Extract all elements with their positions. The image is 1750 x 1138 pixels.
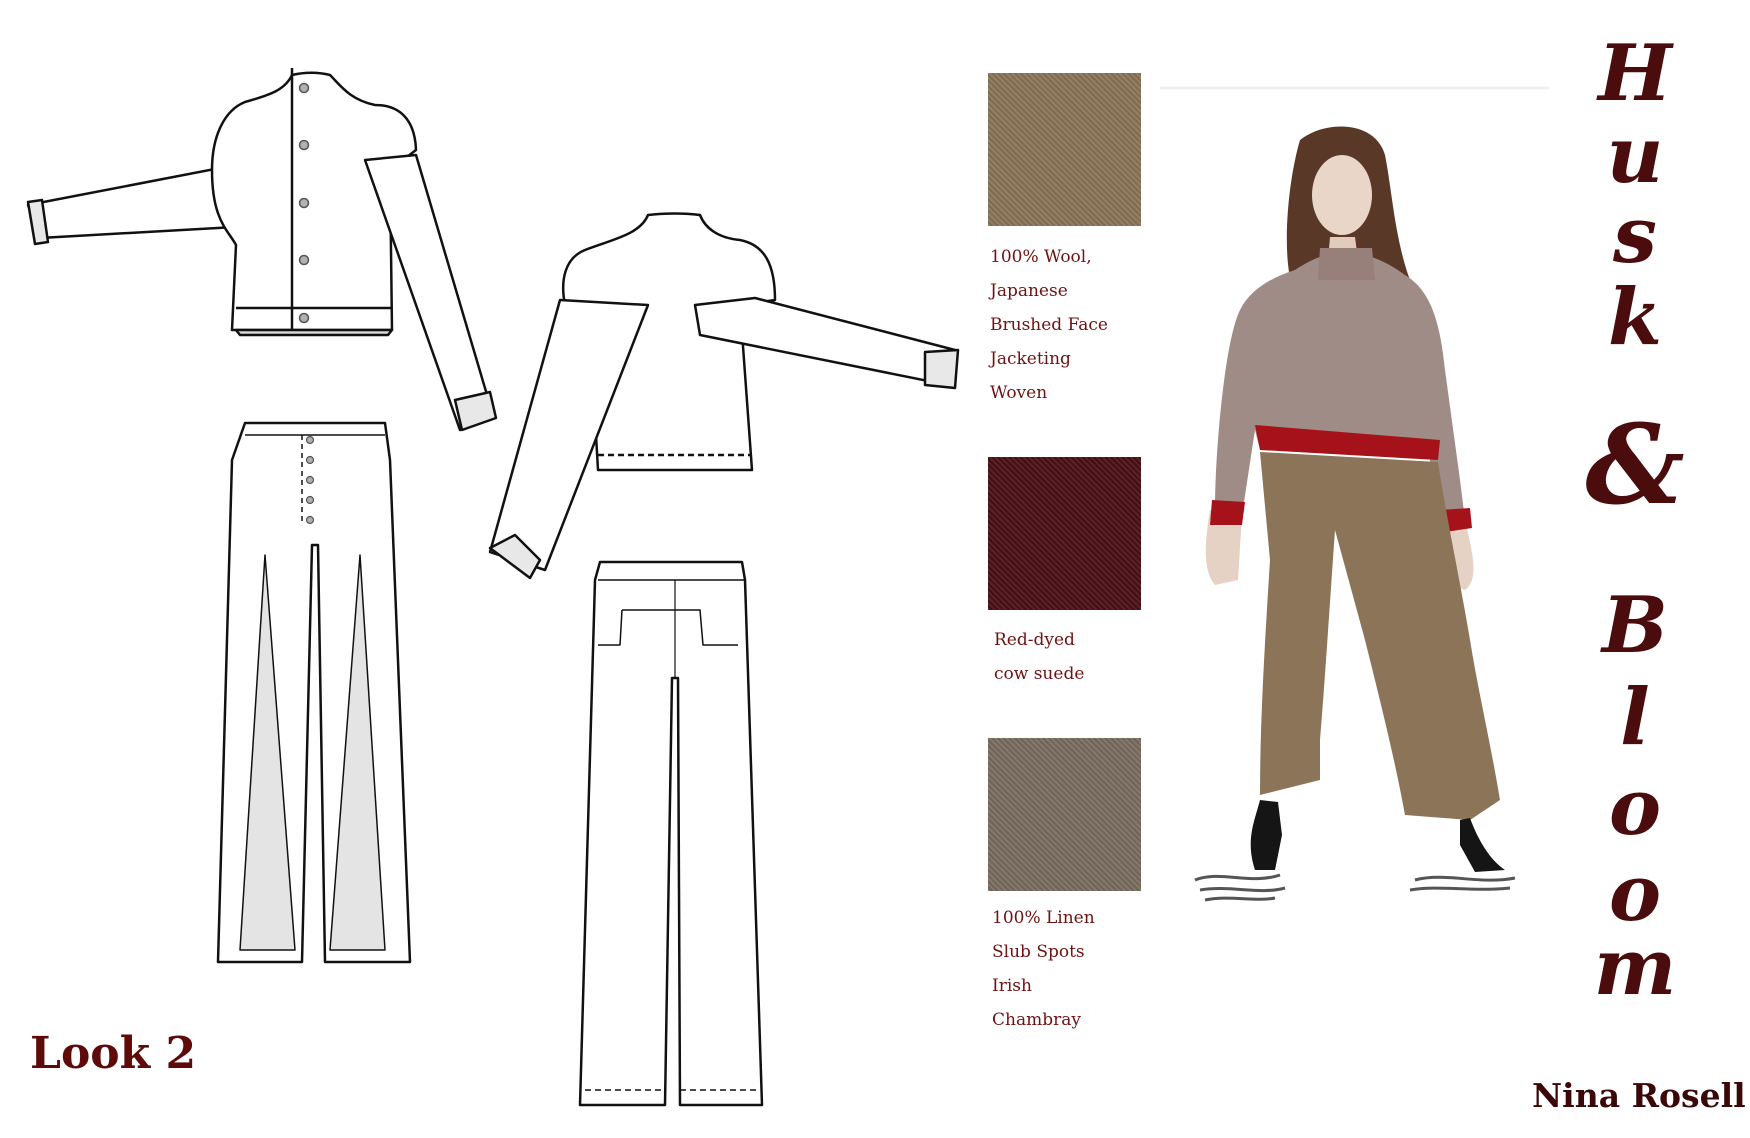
- illustration-left-shadow: [1194, 873, 1286, 902]
- suede-label-line: Red-dyed: [994, 630, 1075, 650]
- brand-letter-u: u: [1606, 110, 1664, 201]
- brand-letter-h: H: [1598, 28, 1672, 119]
- technical-flats: [26, 68, 960, 1107]
- brand-letter-s: s: [1613, 190, 1657, 281]
- look-title: Look 2: [30, 1028, 197, 1079]
- front-jacket-right-cuff: [453, 390, 498, 432]
- back-trousers-body: [578, 560, 764, 1107]
- wool-label: 100% Wool, Japanese Brushed Face Jacketi…: [990, 240, 1108, 410]
- suede-label: Red-dyed cow suede: [994, 623, 1084, 691]
- wool-label-line: 100% Wool,: [990, 247, 1092, 267]
- brand-ampersand: &: [1585, 400, 1685, 529]
- wool-swatch: [988, 73, 1141, 226]
- illustration-left-shoe: [1250, 800, 1282, 870]
- fashion-illustration: [1160, 86, 1550, 902]
- illustration-left-cuff-trim: [1210, 500, 1245, 525]
- illustration-trousers: [1260, 452, 1500, 820]
- wool-label-line: Brushed Face: [990, 315, 1108, 335]
- illustration-right-shadow: [1409, 875, 1516, 892]
- front-jacket-lining: [234, 328, 394, 337]
- front-jacket-flat: [26, 68, 498, 432]
- illustration-face: [1312, 155, 1372, 235]
- brand-letter-l: l: [1620, 672, 1650, 763]
- brand-letter-o: o: [1608, 762, 1662, 853]
- brand-letter-m: m: [1593, 922, 1677, 1013]
- wool-label-line: Jacketing: [990, 349, 1071, 369]
- front-trousers-flat: [216, 421, 412, 964]
- wool-label-line: Japanese: [990, 281, 1068, 301]
- back-trousers-flat: [578, 560, 764, 1107]
- linen-label-line: Slub Spots: [992, 942, 1085, 962]
- wool-label-line: Woven: [990, 383, 1048, 403]
- back-jacket-flat: [488, 212, 960, 580]
- designer-name: Nina Rosell: [1532, 1076, 1746, 1115]
- linen-label-line: Irish: [992, 976, 1032, 996]
- brand-letter-k: k: [1607, 272, 1663, 363]
- suede-label-line: cow suede: [994, 664, 1085, 684]
- linen-label: 100% Linen Slub Spots Irish Chambray: [992, 901, 1095, 1037]
- suede-swatch: [988, 457, 1141, 610]
- linen-label-line: 100% Linen: [992, 908, 1095, 928]
- linen-label-line: Chambray: [992, 1010, 1081, 1030]
- brand-letter-b: B: [1602, 580, 1668, 671]
- back-jacket-right-cuff: [923, 348, 960, 390]
- illustration-right-shoe: [1460, 818, 1505, 872]
- linen-swatch: [988, 738, 1141, 891]
- illustration-collar: [1318, 248, 1375, 280]
